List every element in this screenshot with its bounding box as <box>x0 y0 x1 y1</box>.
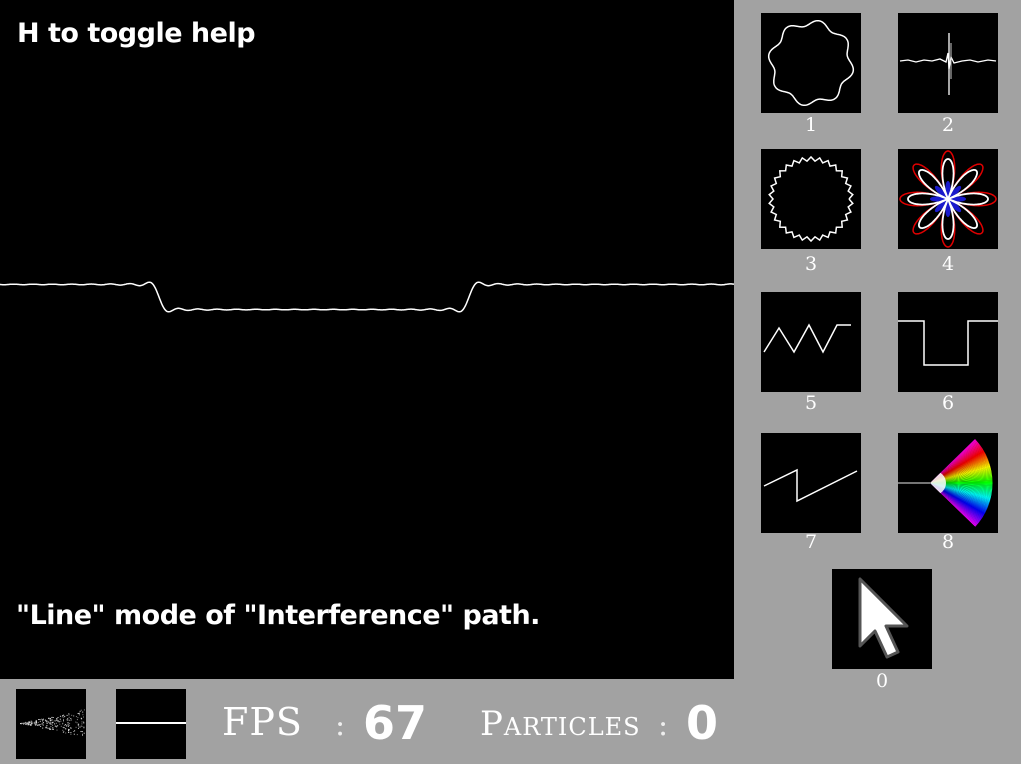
particles-label: Particles <box>480 704 641 744</box>
path-5-button[interactable] <box>761 292 861 392</box>
path-0-label: 0 <box>875 670 889 692</box>
spray-icon <box>20 709 85 736</box>
fps-separator: : <box>335 708 346 743</box>
path-3-button[interactable] <box>761 149 861 249</box>
spray-mode-button[interactable] <box>16 689 86 759</box>
zigzag-icon <box>763 323 851 354</box>
noise-cross-icon <box>899 33 997 95</box>
path-7-label: 7 <box>804 531 818 553</box>
flower-icon <box>899 150 997 248</box>
jagged-circle-icon <box>768 155 854 243</box>
interference-wave <box>0 281 734 313</box>
simulation-canvas[interactable]: H to toggle help "Line" mode of "Interfe… <box>0 0 734 679</box>
particles-value: 0 <box>686 696 719 750</box>
square-wave-icon <box>898 320 998 366</box>
path-3-label: 3 <box>804 253 818 275</box>
fps-label: FPS <box>222 700 303 744</box>
rainbow-fan-icon <box>898 439 993 527</box>
path-6-button[interactable] <box>898 292 998 392</box>
sawtooth-icon <box>763 468 858 503</box>
path-5-label: 5 <box>804 392 818 414</box>
line-mode-button[interactable] <box>116 689 186 759</box>
particles-separator: : <box>658 708 669 743</box>
path-4-button[interactable] <box>898 149 998 249</box>
fps-value: 67 <box>363 696 428 750</box>
path-0-button[interactable] <box>832 569 932 669</box>
path-1-button[interactable] <box>761 13 861 113</box>
path-4-label: 4 <box>941 253 955 275</box>
mode-description: "Line" mode of "Interference" path. <box>16 600 540 631</box>
mouse-cursor-icon <box>858 577 909 659</box>
path-2-button[interactable] <box>898 13 998 113</box>
path-8-label: 8 <box>941 531 955 553</box>
help-hint: H to toggle help <box>17 18 256 49</box>
line-icon <box>116 722 186 724</box>
path-1-label: 1 <box>804 114 818 136</box>
path-2-label: 2 <box>941 114 955 136</box>
path-6-label: 6 <box>941 392 955 414</box>
wavy-circle-icon <box>767 19 855 107</box>
path-8-button[interactable] <box>898 433 998 533</box>
path-7-button[interactable] <box>761 433 861 533</box>
